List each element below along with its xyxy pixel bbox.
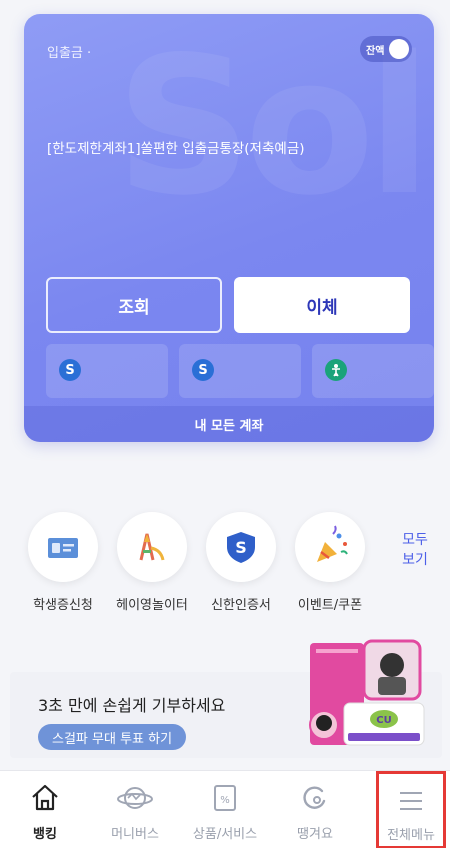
tab-all-menu[interactable]: 전체메뉴 bbox=[376, 771, 446, 848]
inquiry-button[interactable]: 조회 bbox=[46, 277, 222, 333]
svg-text:%: % bbox=[220, 795, 230, 806]
quick-item-label: 학생증신청 bbox=[33, 598, 93, 613]
tab-banking[interactable]: 뱅킹 bbox=[0, 771, 90, 848]
menu-icon bbox=[400, 792, 422, 810]
product-icon: % bbox=[214, 785, 236, 811]
svg-text:CU: CU bbox=[376, 715, 391, 726]
home-icon bbox=[32, 784, 58, 811]
transfer-button[interactable]: 이체 bbox=[234, 277, 410, 333]
tab-label: 상품/서비스 bbox=[192, 827, 258, 842]
certificate-shield-icon: S bbox=[206, 512, 276, 582]
quick-item-student-id[interactable]: 학생증신청 bbox=[18, 512, 108, 613]
tab-products[interactable]: % 상품/서비스 bbox=[180, 771, 270, 848]
planet-icon bbox=[117, 787, 153, 809]
toggle-knob bbox=[389, 39, 409, 59]
banner-title: 3초 만에 손쉽게 기부하세요 bbox=[38, 696, 226, 715]
donation-banner[interactable]: 3초 만에 손쉽게 기부하세요 스걸파 무대 투표 하기 CU bbox=[10, 639, 442, 758]
student-id-icon bbox=[28, 512, 98, 582]
account-tile[interactable]: S bbox=[46, 344, 168, 398]
tab-label: 전체메뉴 bbox=[387, 828, 435, 843]
party-popper-icon bbox=[295, 512, 365, 582]
playground-icon bbox=[117, 512, 187, 582]
vote-button[interactable]: 스걸파 무대 투표 하기 bbox=[38, 724, 187, 750]
shinhan-bank-icon: S bbox=[192, 359, 214, 381]
tab-label: 머니버스 bbox=[111, 827, 159, 842]
tab-ddangyo[interactable]: 땡겨요 bbox=[270, 771, 360, 848]
view-all-link[interactable]: 모두 보기 bbox=[395, 530, 435, 570]
shinhan-life-icon bbox=[325, 359, 347, 381]
account-card[interactable]: Sol 입출금 · 잔액 [한도제한계좌1]쏠편한 입출금통장(저축예금) 조회… bbox=[24, 14, 434, 442]
view-all-line2: 보기 bbox=[402, 552, 428, 568]
shinhan-bank-icon: S bbox=[59, 359, 81, 381]
svg-text:S: S bbox=[235, 538, 247, 557]
quick-item-certificate[interactable]: S 신한인증서 bbox=[196, 512, 286, 613]
tab-moneyverse[interactable]: 머니버스 bbox=[90, 771, 180, 848]
account-tile[interactable] bbox=[312, 344, 434, 398]
quick-menu: 학생증신청 헤이영놀이터 S 신한인증서 이벤트/쿠폰 모두 보기 bbox=[0, 512, 450, 622]
account-type-label: 입출금 · bbox=[47, 46, 92, 61]
quick-item-label: 이벤트/쿠폰 bbox=[297, 598, 363, 613]
account-tiles: S S bbox=[46, 344, 434, 398]
account-name[interactable]: [한도제한계좌1]쏠편한 입출금통장(저축예금) bbox=[47, 137, 305, 157]
tab-label: 뱅킹 bbox=[33, 827, 57, 842]
banking-home-screen: Sol 입출금 · 잔액 [한도제한계좌1]쏠편한 입출금통장(저축예금) 조회… bbox=[0, 0, 450, 848]
ddangyo-icon bbox=[303, 786, 326, 809]
quick-item-event[interactable]: 이벤트/쿠폰 bbox=[285, 512, 375, 613]
quick-item-playground[interactable]: 헤이영놀이터 bbox=[107, 512, 197, 613]
balance-toggle-label: 잔액 bbox=[366, 46, 385, 57]
quick-item-label: 헤이영놀이터 bbox=[116, 598, 188, 613]
all-accounts-link[interactable]: 내 모든 계좌 bbox=[24, 406, 434, 442]
view-all-line1: 모두 bbox=[402, 532, 428, 548]
balance-toggle[interactable]: 잔액 bbox=[360, 36, 412, 62]
account-tile[interactable]: S bbox=[179, 344, 301, 398]
banner-illustration: CU bbox=[306, 637, 436, 753]
bottom-tab-bar: 뱅킹 머니버스 % 상품/서비스 땡겨요 전체메뉴 bbox=[0, 770, 450, 848]
quick-item-label: 신한인증서 bbox=[211, 598, 271, 613]
tab-label: 땡겨요 bbox=[297, 827, 333, 842]
